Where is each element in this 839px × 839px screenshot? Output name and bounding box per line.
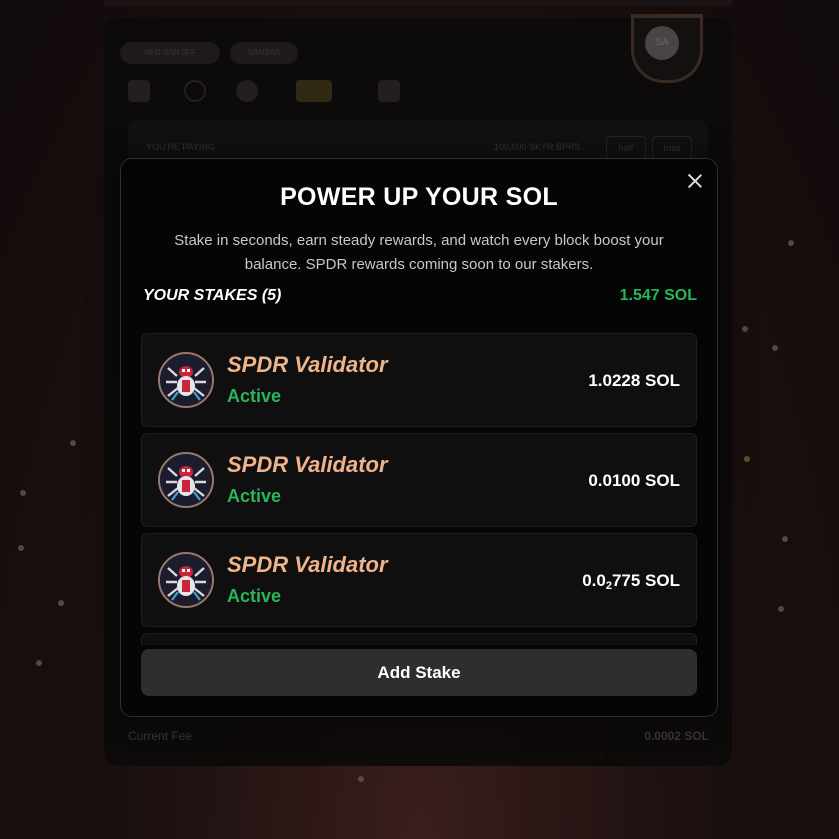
star-dot — [358, 776, 364, 782]
stake-amount: 0.0100 SOL — [588, 471, 680, 490]
stakes-heading: YOUR STAKES (5) — [143, 287, 282, 304]
stake-amount-prefix: 0.0 — [582, 571, 606, 590]
stake-item[interactable]: SPDR Validator Active 1.0228 SOL — [141, 333, 697, 427]
refresh-icon — [184, 80, 206, 102]
stake-modal: POWER UP YOUR SOL Stake in seconds, earn… — [120, 158, 718, 717]
stake-item[interactable]: SPDR Validator Active 0.02775 SOL — [141, 533, 697, 627]
star-dot — [20, 490, 26, 496]
spider-avatar-icon — [158, 552, 214, 608]
badge-icon — [296, 80, 332, 102]
stake-status: Active — [227, 486, 282, 506]
star-dot — [18, 545, 24, 551]
stakes-total: 1.547 SOL — [619, 287, 697, 304]
background-max-button: max — [652, 136, 692, 160]
star-dot — [744, 456, 750, 462]
background-tag: NFD SAN 0FF — [120, 42, 220, 64]
validator-name: SPDR Validator — [227, 552, 388, 577]
validator-name: SPDR Validator — [227, 352, 388, 377]
stake-status: Active — [227, 386, 282, 406]
star-dot — [70, 440, 76, 446]
stake-amount-suffix: 775 SOL — [611, 571, 680, 590]
spider-avatar-icon — [158, 352, 214, 408]
background-fee-label: Current Fee — [128, 729, 193, 743]
spider-avatar-icon — [158, 452, 214, 508]
background-panel-balance: 100,000 SKYR BPRS — [494, 142, 581, 152]
stakes-list[interactable]: SPDR Validator Active 1.0228 SOL SPDR Va… — [141, 333, 697, 645]
background-icon — [128, 80, 150, 102]
star-dot — [782, 536, 788, 542]
stake-item[interactable] — [141, 633, 697, 645]
background-panel-label: YOU'RE PAYING — [146, 142, 215, 152]
stake-amount: 0.02775 SOL — [582, 571, 680, 592]
modal-title: POWER UP YOUR SOL — [280, 183, 558, 211]
share-icon — [378, 80, 400, 102]
background-tag: SANSAS — [230, 42, 298, 64]
star-dot — [772, 345, 778, 351]
gear-icon — [236, 80, 258, 102]
stake-amount: 1.0228 SOL — [588, 371, 680, 390]
background-half-button: half — [606, 136, 646, 160]
star-dot — [58, 600, 64, 606]
background-fee-value: 0.0002 SOL — [644, 729, 709, 743]
validator-name: SPDR Validator — [227, 452, 388, 477]
star-dot — [36, 660, 42, 666]
star-dot — [788, 240, 794, 246]
background-top-bar — [104, 0, 732, 6]
rank-avatar: SA — [645, 26, 679, 60]
stake-status: Active — [227, 586, 282, 606]
add-stake-button[interactable]: Add Stake — [141, 649, 697, 696]
star-dot — [778, 606, 784, 612]
stake-item[interactable]: SPDR Validator Active 0.0100 SOL — [141, 433, 697, 527]
modal-description: Stake in seconds, earn steady rewards, a… — [174, 232, 664, 273]
star-dot — [742, 326, 748, 332]
